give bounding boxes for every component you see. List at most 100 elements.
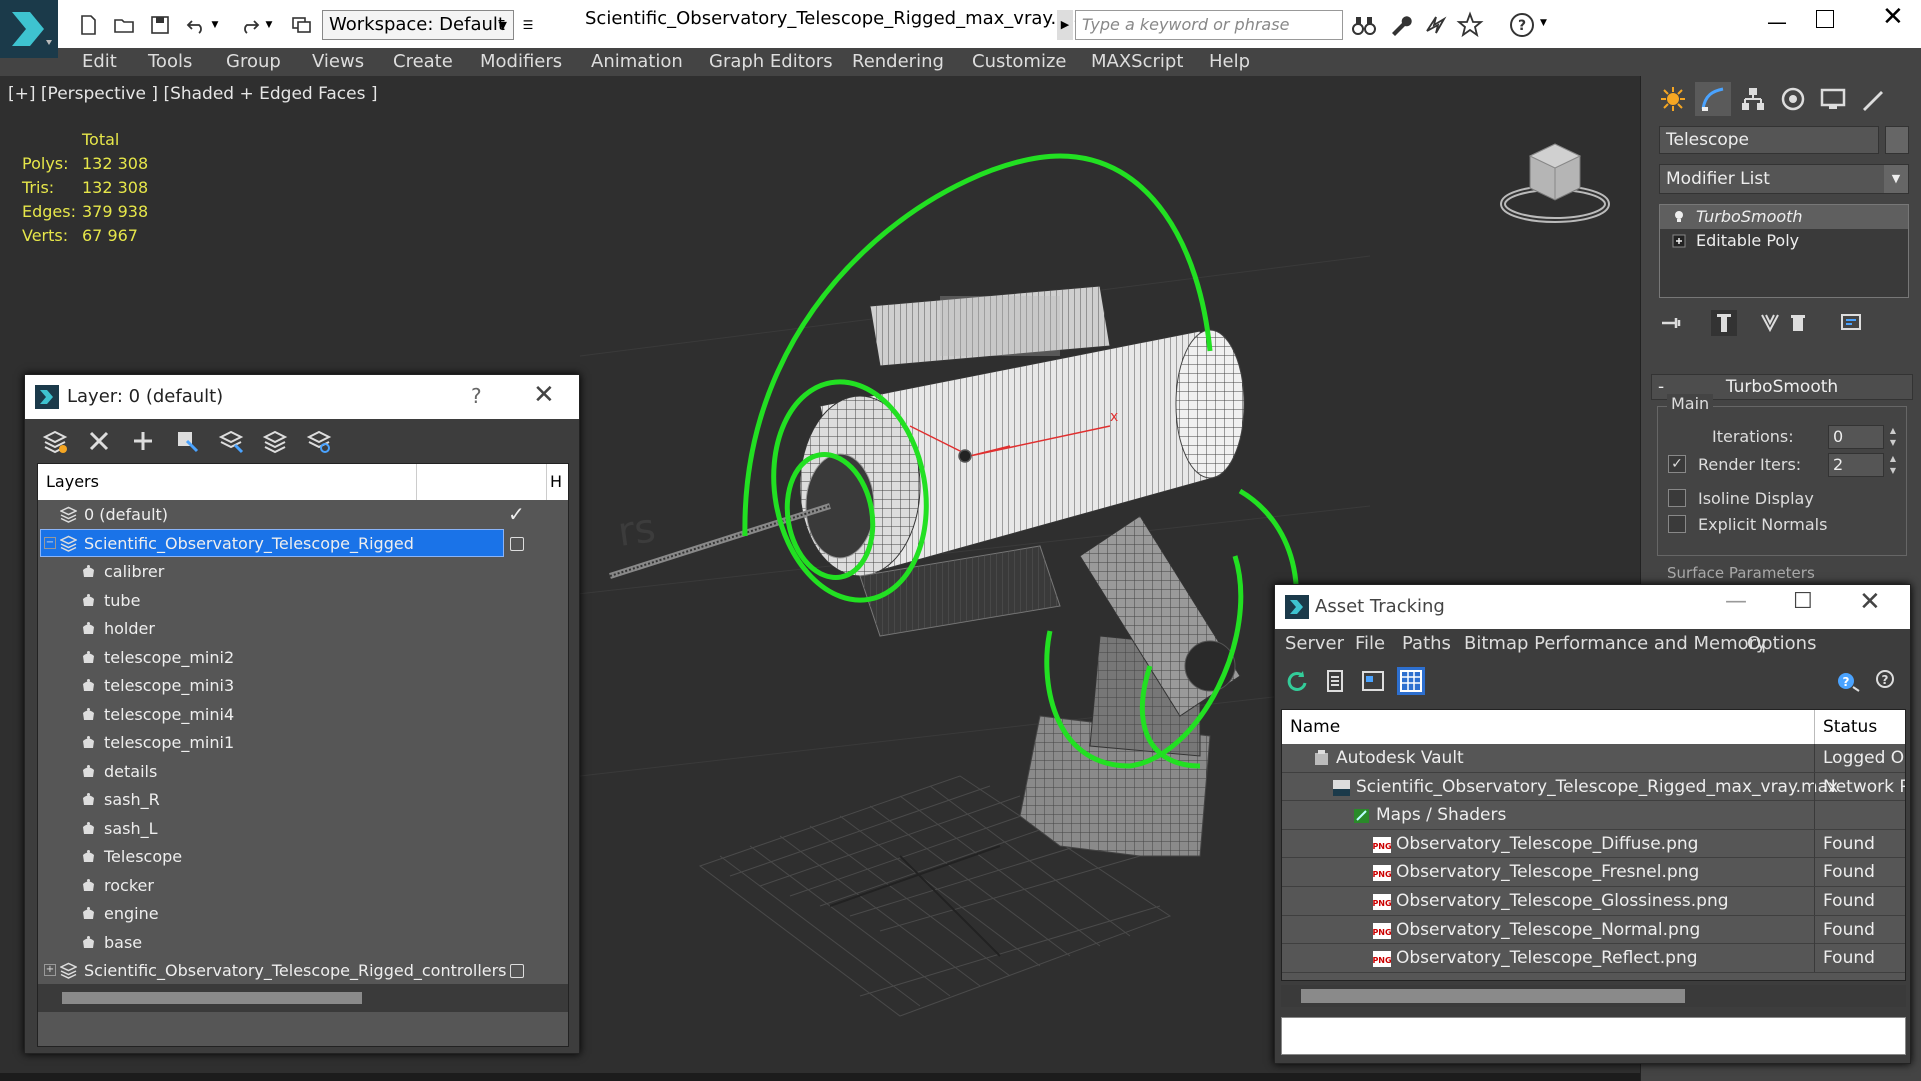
viewport-label[interactable]: [+] [Perspective ] [Shaded + Edged Faces… <box>8 84 377 104</box>
asset-row[interactable]: PNG Observatory_Telescope_Normal.png Found <box>1282 915 1905 945</box>
asset-row[interactable]: PNG Observatory_Telescope_Diffuse.png Foun… <box>1282 829 1905 859</box>
undo-icon[interactable] <box>182 12 210 38</box>
motion-tab-icon[interactable] <box>1775 82 1811 116</box>
minimize-button[interactable]: — <box>1752 4 1802 40</box>
help-icon[interactable]: ? <box>1508 11 1536 39</box>
column-layers[interactable]: Layers <box>46 472 99 491</box>
object-row[interactable]: rocker <box>38 871 568 900</box>
redo-icon[interactable] <box>236 12 264 38</box>
asset-row[interactable]: PNG Observatory_Telescope_Fresnel.png Foun… <box>1282 858 1905 887</box>
column-name[interactable]: Name <box>1290 717 1340 737</box>
spinner-arrows-icon[interactable]: ▲ ▼ <box>1886 425 1900 449</box>
menu-options[interactable]: Options <box>1747 633 1816 654</box>
modify-tab-icon[interactable] <box>1695 82 1731 116</box>
hierarchy-tab-icon[interactable] <box>1735 82 1771 116</box>
set-current-layer-icon[interactable] <box>261 427 291 455</box>
binoculars-icon[interactable] <box>1350 11 1378 39</box>
remove-modifier-icon[interactable] <box>1785 310 1811 336</box>
asset-row[interactable]: PNG Observatory_Telescope_Reflect.png Foun… <box>1282 944 1905 973</box>
render-iters-spinner[interactable]: 2 <box>1828 453 1884 477</box>
menu-group[interactable]: Group <box>226 51 281 72</box>
object-row[interactable]: sash_R <box>38 785 568 814</box>
iterations-spinner[interactable]: 0 <box>1828 425 1884 449</box>
open-folder-icon[interactable] <box>110 12 138 38</box>
object-row[interactable]: Telescope <box>38 842 568 871</box>
explicit-normals-checkbox[interactable] <box>1668 515 1686 533</box>
menu-file[interactable]: File <box>1355 633 1385 654</box>
menu-create[interactable]: Create <box>393 51 453 72</box>
layer-row[interactable]: − Scientific_Observatory_Telescope_Rigged <box>38 528 568 558</box>
object-row[interactable]: details <box>38 757 568 786</box>
table-view-icon[interactable] <box>1397 667 1425 695</box>
add-to-layer-icon[interactable] <box>129 427 159 455</box>
asset-row[interactable]: Scientific_Observatory_Telescope_Rigged_… <box>1282 772 1905 802</box>
menu-maxscript[interactable]: MAXScript <box>1091 51 1183 72</box>
layer-explorer-titlebar[interactable]: Layer: 0 (default) ? ✕ <box>25 375 579 419</box>
stack-item-turbosmooth[interactable]: TurboSmooth <box>1660 205 1908 229</box>
asset-row[interactable]: PNG Observatory_Telescope_Glossiness.png F… <box>1282 886 1905 916</box>
object-row[interactable]: engine <box>38 899 568 928</box>
object-row[interactable]: telescope_mini1 <box>38 728 568 757</box>
workspace-dropdown[interactable]: Workspace: Default ▼ <box>322 10 514 40</box>
new-file-icon[interactable] <box>74 12 102 38</box>
column-hide[interactable]: H <box>550 472 562 491</box>
make-unique-icon[interactable] <box>1757 310 1783 336</box>
project-folder-icon[interactable] <box>288 12 316 38</box>
maximize-button[interactable]: ☐ <box>1793 589 1813 614</box>
spinner-arrows-icon[interactable]: ▲ ▼ <box>1886 453 1900 477</box>
object-row[interactable]: tube <box>38 586 568 615</box>
menu-help[interactable]: Help <box>1209 51 1250 72</box>
object-row[interactable]: base <box>38 928 568 957</box>
utilities-tab-icon[interactable] <box>1855 82 1891 116</box>
pin-stack-icon[interactable] <box>1659 310 1685 336</box>
horizontal-scrollbar[interactable] <box>38 984 568 1012</box>
isoline-display-checkbox[interactable] <box>1668 489 1686 507</box>
list-view-icon[interactable] <box>1321 667 1349 695</box>
search-expand-icon[interactable]: ▶ <box>1057 10 1073 40</box>
current-layer-check-icon[interactable]: ✓ <box>508 502 525 526</box>
help-button[interactable]: ? <box>471 384 482 408</box>
menu-modifiers[interactable]: Modifiers <box>480 51 562 72</box>
viewcube-icon[interactable] <box>1490 126 1620 226</box>
configure-modifier-sets-icon[interactable] <box>1839 310 1865 336</box>
surface-parameters-label[interactable]: Surface Parameters <box>1667 564 1815 582</box>
menu-views[interactable]: Views <box>312 51 364 72</box>
menu-animation[interactable]: Animation <box>591 51 683 72</box>
refresh-icon[interactable] <box>1283 667 1311 695</box>
wrench-icon[interactable] <box>1386 11 1414 39</box>
expand-plus-icon[interactable] <box>1672 234 1686 248</box>
asset-path-field[interactable] <box>1281 1017 1906 1055</box>
object-row[interactable]: calibrer <box>38 557 568 586</box>
expand-icon[interactable]: + <box>44 964 56 976</box>
minimize-button[interactable]: — <box>1725 589 1747 614</box>
modifier-list-dropdown[interactable]: Modifier List ▼ <box>1659 164 1909 194</box>
close-button[interactable]: ✕ <box>1882 2 1904 32</box>
layer-row[interactable]: 0 (default) ✓ <box>38 500 568 529</box>
asset-row[interactable]: Maps / Shaders <box>1282 801 1905 830</box>
select-layer-icon[interactable] <box>217 427 247 455</box>
stack-item-editable-poly[interactable]: Editable Poly <box>1660 229 1908 253</box>
menu-paths[interactable]: Paths <box>1402 633 1451 654</box>
object-color-swatch[interactable] <box>1885 126 1909 154</box>
thumbnail-view-icon[interactable] <box>1359 667 1387 695</box>
undo-dropdown-icon[interactable]: ▼ <box>208 12 222 38</box>
help-dropdown-icon[interactable]: ▼ <box>1540 18 1554 46</box>
communication-icon[interactable] <box>1422 11 1450 39</box>
layer-properties-icon[interactable] <box>305 427 335 455</box>
vault-help-icon[interactable]: ? <box>1835 667 1863 695</box>
object-row[interactable]: holder <box>38 614 568 643</box>
select-objects-icon[interactable] <box>173 427 203 455</box>
search-input[interactable]: Type a keyword or phrase <box>1075 10 1343 40</box>
hide-toggle[interactable] <box>510 964 524 978</box>
collapse-icon[interactable]: − <box>44 536 56 549</box>
asset-tracking-titlebar[interactable]: Asset Tracking — ☐ ✕ <box>1275 585 1910 629</box>
menu-customize[interactable]: Customize <box>972 51 1066 72</box>
display-tab-icon[interactable] <box>1815 82 1851 116</box>
menu-bitmap-performance[interactable]: Bitmap Performance and Memory <box>1464 633 1767 654</box>
menu-tools[interactable]: Tools <box>148 51 192 72</box>
object-row[interactable]: sash_L <box>38 814 568 843</box>
close-button[interactable]: ✕ <box>533 380 555 410</box>
hide-toggle[interactable] <box>510 536 524 551</box>
scrollbar-thumb[interactable] <box>62 992 362 1004</box>
layer-row[interactable]: + Scientific_Observatory_Telescope_Rigged… <box>38 956 568 985</box>
